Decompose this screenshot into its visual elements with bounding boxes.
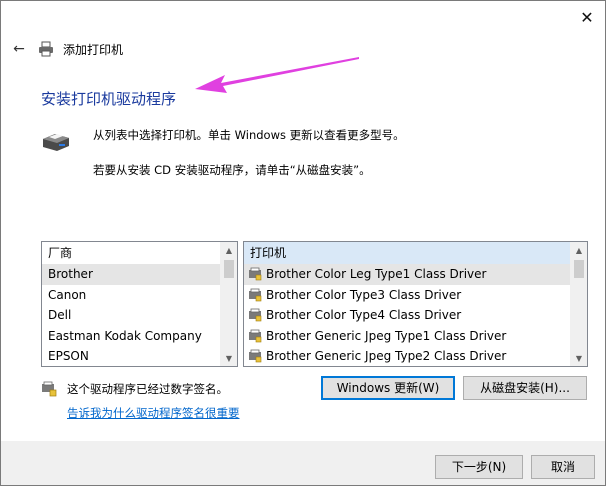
next-button[interactable]: 下一步(N) [435, 455, 523, 479]
manufacturer-item-brother[interactable]: Brother [42, 264, 220, 285]
signature-status-text: 这个驱动程序已经过数字签名。 [67, 382, 228, 396]
window-header: ← 添加打印机 [9, 39, 123, 59]
window-title: 添加打印机 [63, 42, 124, 57]
manufacturer-item-epson[interactable]: EPSON [42, 346, 237, 366]
manufacturer-list[interactable]: 厂商 Brother Canon Dell Eastman Kodak Comp… [41, 241, 238, 367]
back-arrow-icon: ← [13, 41, 25, 57]
from-disk-button[interactable]: 从磁盘安装(H)... [463, 376, 587, 400]
driver-item[interactable]: Brother Generic Jpeg Type2 Class Driver [244, 346, 587, 366]
driver-icon [249, 329, 262, 343]
printer-scrollbar[interactable]: ▲ ▼ [570, 242, 587, 366]
manufacturer-scrollbar[interactable]: ▲ ▼ [220, 242, 237, 366]
description-line-1: 从列表中选择打印机。单击 Windows 更新以查看更多型号。 [93, 128, 405, 142]
scroll-down-icon[interactable]: ▼ [571, 350, 587, 366]
printer-list-header: 打印机 [244, 242, 570, 264]
manufacturer-list-header: 厂商 [42, 242, 237, 264]
add-printer-window: ✕ ← 添加打印机 安装打印机驱动程序 从列表中选择打印机。单击 Windows… [0, 0, 606, 486]
printer-driver-list[interactable]: 打印机 Brother Color Leg Type1 Class Driver… [243, 241, 588, 367]
scroll-up-icon[interactable]: ▲ [571, 242, 587, 258]
scroll-down-icon[interactable]: ▼ [221, 350, 237, 366]
driver-item[interactable]: Brother Color Type4 Class Driver [244, 305, 587, 326]
scroll-up-icon[interactable]: ▲ [221, 242, 237, 258]
page-heading: 安装打印机驱动程序 [41, 90, 177, 108]
printer-device-icon [41, 131, 71, 153]
manufacturer-item-canon[interactable]: Canon [42, 285, 237, 306]
driver-item[interactable]: Brother Generic Jpeg Type1 Class Driver [244, 326, 587, 347]
signature-info-link[interactable]: 告诉我为什么驱动程序签名很重要 [67, 405, 240, 421]
driver-icon [249, 308, 262, 322]
driver-icon [249, 267, 262, 281]
scroll-thumb[interactable] [574, 260, 584, 278]
scroll-thumb[interactable] [224, 260, 234, 278]
driver-icon [249, 349, 262, 363]
driver-item[interactable]: Brother Color Leg Type1 Class Driver [244, 264, 570, 285]
driver-item[interactable]: Brother Color Type3 Class Driver [244, 285, 587, 306]
close-button[interactable]: ✕ [575, 5, 599, 29]
cancel-button[interactable]: 取消 [531, 455, 595, 479]
driver-icon [249, 288, 262, 302]
close-icon: ✕ [580, 7, 594, 27]
signed-driver-icon [42, 381, 57, 397]
back-button[interactable]: ← [9, 39, 29, 59]
windows-update-button[interactable]: Windows 更新(W) [321, 376, 455, 400]
manufacturer-item-kodak[interactable]: Eastman Kodak Company [42, 326, 237, 347]
printer-icon [37, 40, 55, 58]
annotation-arrow-icon [195, 57, 359, 93]
description-line-2: 若要从安装 CD 安装驱动程序，请单击“从磁盘安装”。 [93, 163, 371, 177]
manufacturer-item-dell[interactable]: Dell [42, 305, 237, 326]
